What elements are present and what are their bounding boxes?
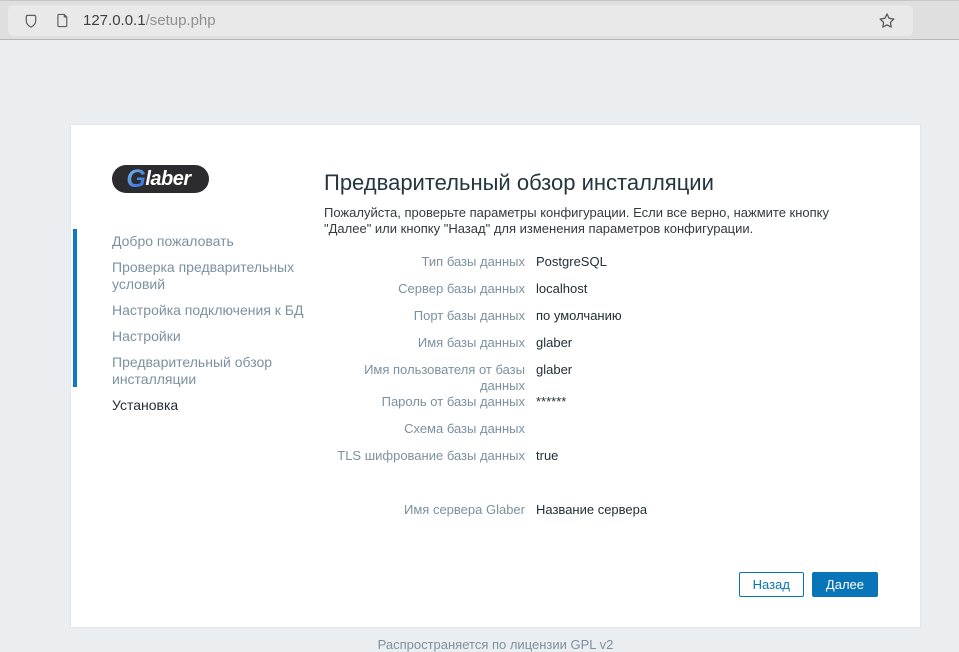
license-footer: Распространяется по лицензии GPL v2 bbox=[70, 637, 921, 652]
field-label: Пароль от базы данных bbox=[324, 394, 525, 410]
setup-sidebar: Glaber Добро пожаловать Проверка предвар… bbox=[112, 165, 324, 423]
next-button[interactable]: Далее bbox=[812, 572, 878, 597]
setup-page: Glaber Добро пожаловать Проверка предвар… bbox=[0, 40, 959, 651]
glaber-logo: Glaber bbox=[112, 165, 209, 193]
field-value: glaber bbox=[536, 335, 572, 351]
logo-letter-g: G bbox=[126, 165, 145, 193]
browser-toolbar: 127.0.0.1/setup.php bbox=[0, 0, 959, 40]
bookmark-star-icon[interactable] bbox=[877, 11, 897, 31]
url-path: /setup.php bbox=[146, 12, 216, 29]
field-label: Тип базы данных bbox=[324, 254, 525, 270]
field-label: Схема базы данных bbox=[324, 421, 525, 437]
field-db-name: Имя базы данных glaber bbox=[324, 335, 878, 362]
field-label: Имя сервера Glaber bbox=[324, 502, 525, 518]
field-value: PostgreSQL bbox=[536, 254, 607, 270]
field-value: Название сервера bbox=[536, 502, 647, 518]
field-label: TLS шифрование базы данных bbox=[324, 448, 525, 464]
step-settings: Настройки bbox=[112, 328, 324, 345]
page-description: Пожалуйста, проверьте параметры конфигур… bbox=[324, 205, 878, 237]
field-value: localhost bbox=[536, 281, 587, 297]
url-host: 127.0.0.1 bbox=[83, 12, 146, 29]
field-db-port: Порт базы данных по умолчанию bbox=[324, 308, 878, 335]
back-button[interactable]: Назад bbox=[739, 572, 804, 597]
field-label: Порт базы данных bbox=[324, 308, 525, 324]
field-db-host: Сервер базы данных localhost bbox=[324, 281, 878, 308]
step-install: Установка bbox=[112, 397, 324, 414]
field-label: Сервер базы данных bbox=[324, 281, 525, 297]
field-server-name: Имя сервера Glaber Название сервера bbox=[324, 502, 878, 529]
step-welcome: Добро пожаловать bbox=[112, 233, 324, 250]
field-value: ****** bbox=[536, 394, 566, 410]
setup-steps-list: Добро пожаловать Проверка предварительны… bbox=[112, 233, 324, 414]
field-value: true bbox=[536, 448, 558, 464]
setup-card: Glaber Добро пожаловать Проверка предвар… bbox=[70, 124, 921, 628]
field-label: Имя базы данных bbox=[324, 335, 525, 351]
step-prerequisites: Проверка предварительных условий bbox=[112, 259, 324, 293]
step-summary: Предварительный обзор инсталляции bbox=[112, 354, 324, 388]
logo-text: laber bbox=[145, 165, 190, 193]
step-progress-bar bbox=[73, 229, 77, 387]
field-db-password: Пароль от базы данных ****** bbox=[324, 394, 878, 421]
shield-icon[interactable] bbox=[22, 12, 40, 30]
page-title: Предварительный обзор инсталляции bbox=[324, 169, 878, 197]
field-db-tls: TLS шифрование базы данных true bbox=[324, 448, 878, 475]
field-label: Имя пользователя от базы данных bbox=[324, 362, 525, 394]
step-db-connection: Настройка подключения к БД bbox=[112, 302, 324, 319]
wizard-buttons: Назад Далее bbox=[739, 572, 878, 597]
field-db-type: Тип базы данных PostgreSQL bbox=[324, 254, 878, 281]
page-info-icon[interactable] bbox=[54, 12, 71, 29]
field-db-schema: Схема базы данных bbox=[324, 421, 878, 448]
field-value: glaber bbox=[536, 362, 572, 378]
url-bar[interactable]: 127.0.0.1/setup.php bbox=[8, 5, 913, 36]
summary-fields: Тип базы данных PostgreSQL Сервер базы д… bbox=[324, 254, 878, 529]
field-value: по умолчанию bbox=[536, 308, 622, 324]
url-text: 127.0.0.1/setup.php bbox=[83, 12, 216, 29]
field-db-user: Имя пользователя от базы данных glaber bbox=[324, 362, 878, 394]
setup-main: Предварительный обзор инсталляции Пожалу… bbox=[324, 169, 878, 529]
